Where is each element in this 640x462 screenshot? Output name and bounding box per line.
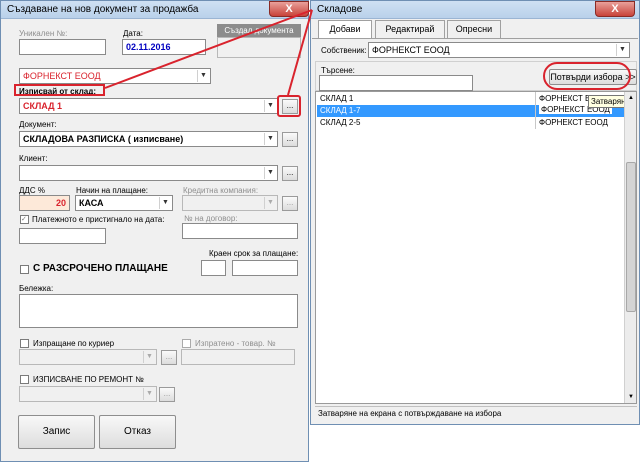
due-date-field-1[interactable] [201, 260, 226, 276]
sent-label: Изпратено - товар. № [195, 339, 276, 348]
warehouse-value: СКЛАД 1 [23, 101, 63, 111]
highlight-confirm-button [543, 62, 631, 90]
courier-select[interactable]: ▼ [19, 349, 157, 365]
client-label: Клиент: [19, 154, 48, 163]
sent-field[interactable] [181, 349, 295, 365]
column-divider [535, 92, 536, 129]
vat-label: ДДС % [19, 186, 45, 195]
repair-browse-button[interactable]: ... [159, 387, 175, 402]
due-date-field-2[interactable] [232, 260, 298, 276]
chevron-down-icon[interactable]: ▼ [616, 44, 628, 56]
dialog-titlebar: Складове X [311, 1, 639, 19]
date-label: Дата: [123, 29, 143, 38]
chevron-down-icon[interactable]: ▼ [264, 100, 276, 112]
chevron-down-icon[interactable]: ▼ [143, 388, 155, 400]
date-field[interactable]: 02.11.2016 [122, 39, 206, 55]
unique-no-label: Уникален №: [19, 29, 68, 38]
created-by-box [217, 37, 301, 58]
vertical-scrollbar[interactable]: ▲ ▼ [624, 92, 636, 403]
cancel-button[interactable]: Отказ [99, 415, 176, 449]
courier-checkbox[interactable] [20, 339, 29, 348]
search-input[interactable] [319, 75, 473, 91]
warehouse-select[interactable]: СКЛАД 1 ▼ [19, 98, 278, 114]
contract-field[interactable] [182, 223, 298, 239]
due-date-label: Краен срок за плащане: [209, 249, 299, 258]
main-window: Създаване на нов документ за продажба X … [0, 0, 309, 462]
list-item[interactable]: СКЛАД 2-5 ФОРНЕКСТ ЕООД [317, 117, 635, 129]
courier-label: Изпращане по куриер [33, 339, 115, 348]
main-titlebar: Създаване на нов документ за продажба X [1, 1, 309, 19]
paid-checkbox[interactable]: ✓ [20, 215, 29, 224]
repair-label: ИЗПИСВАНЕ ПО РЕМОНТ № [33, 375, 144, 384]
warehouse-list: СКЛАД 1 ФОРНЕКСТ Е СКЛАД 1-7 ФОРНЕКСТ ЕО… [315, 91, 637, 404]
credit-company-label: Кредитна компания: [183, 186, 259, 195]
courier-browse-button[interactable]: ... [161, 350, 177, 365]
credit-company-select[interactable]: ▼ [182, 195, 278, 211]
sent-checkbox[interactable] [182, 339, 191, 348]
chevron-down-icon[interactable]: ▼ [264, 133, 276, 145]
dialog-close-button[interactable]: X [595, 1, 635, 17]
repair-checkbox[interactable] [20, 375, 29, 384]
document-browse-button[interactable]: ... [282, 132, 298, 147]
paid-label: Платежното е пристигнало на дата: [32, 215, 165, 224]
note-field[interactable] [19, 294, 298, 328]
tab-divider [312, 38, 638, 39]
document-value: СКЛАДОВА РАЗПИСКА ( изписване) [23, 134, 184, 144]
client-browse-button[interactable]: ... [282, 166, 298, 181]
tab-add[interactable]: Добави [318, 20, 372, 38]
company-select[interactable]: ФОРНЕКСТ ЕООД ▼ [19, 68, 211, 84]
payment-label: Начин на плащане: [76, 186, 148, 195]
scrollbar-thumb[interactable] [626, 162, 636, 312]
row-name: СКЛАД 1-7 [320, 106, 361, 115]
chevron-down-icon[interactable]: ▼ [143, 351, 155, 363]
payment-value: КАСА [79, 198, 104, 208]
highlight-warehouse-label [14, 84, 105, 96]
paid-date-field[interactable] [19, 228, 106, 244]
chevron-down-icon[interactable]: ▼ [626, 392, 636, 402]
repair-select[interactable]: ▼ [19, 386, 157, 402]
row-name: СКЛАД 1 [320, 94, 354, 103]
chevron-down-icon[interactable]: ▼ [197, 70, 209, 82]
document-label: Документ: [19, 120, 57, 129]
credit-browse-button[interactable]: ... [282, 196, 298, 211]
row-owner: ФОРНЕКСТ ЕООД [539, 118, 608, 127]
client-select[interactable]: ▼ [19, 165, 278, 181]
chevron-up-icon[interactable]: ▲ [626, 93, 636, 103]
row-name: СКЛАД 2-5 [320, 118, 361, 127]
dialog-title: Складове [317, 4, 363, 15]
status-bar: Затваряне на екрана с потвърждаване на и… [315, 406, 637, 420]
tab-edit[interactable]: Редактирай [375, 20, 445, 38]
chevron-down-icon[interactable]: ▼ [264, 197, 276, 209]
document-select[interactable]: СКЛАДОВА РАЗПИСКА ( изписване) ▼ [19, 131, 278, 147]
vat-field[interactable]: 20 [19, 195, 70, 211]
created-by-badge: Създал документа [217, 24, 301, 37]
owner-select[interactable]: ФОРНЕКСТ ЕООД ▼ [368, 42, 630, 58]
payment-select[interactable]: КАСА ▼ [75, 195, 173, 211]
chevron-down-icon[interactable]: ▼ [264, 167, 276, 179]
main-window-title: Създаване на нов документ за продажба [7, 4, 199, 15]
chevron-down-icon[interactable]: ▼ [159, 197, 171, 209]
highlight-browse-button [277, 95, 301, 117]
installment-checkbox[interactable] [20, 265, 29, 274]
main-close-button[interactable]: X [269, 1, 309, 17]
save-button[interactable]: Запис [18, 415, 95, 449]
installment-label: С РАЗСРОЧЕНО ПЛАЩАНЕ [33, 263, 168, 274]
company-value: ФОРНЕКСТ ЕООД [23, 71, 101, 81]
unique-no-field[interactable] [19, 39, 106, 55]
owner-label: Собственик: [321, 46, 367, 55]
note-label: Бележка: [19, 284, 54, 293]
search-label: Търсене: [321, 66, 355, 75]
owner-value: ФОРНЕКСТ ЕООД [372, 45, 450, 55]
contract-label: № на договор: [184, 214, 238, 223]
row-owner: ФОРНЕКСТ Е [539, 94, 591, 103]
tab-refresh[interactable]: Опресни [447, 20, 501, 38]
